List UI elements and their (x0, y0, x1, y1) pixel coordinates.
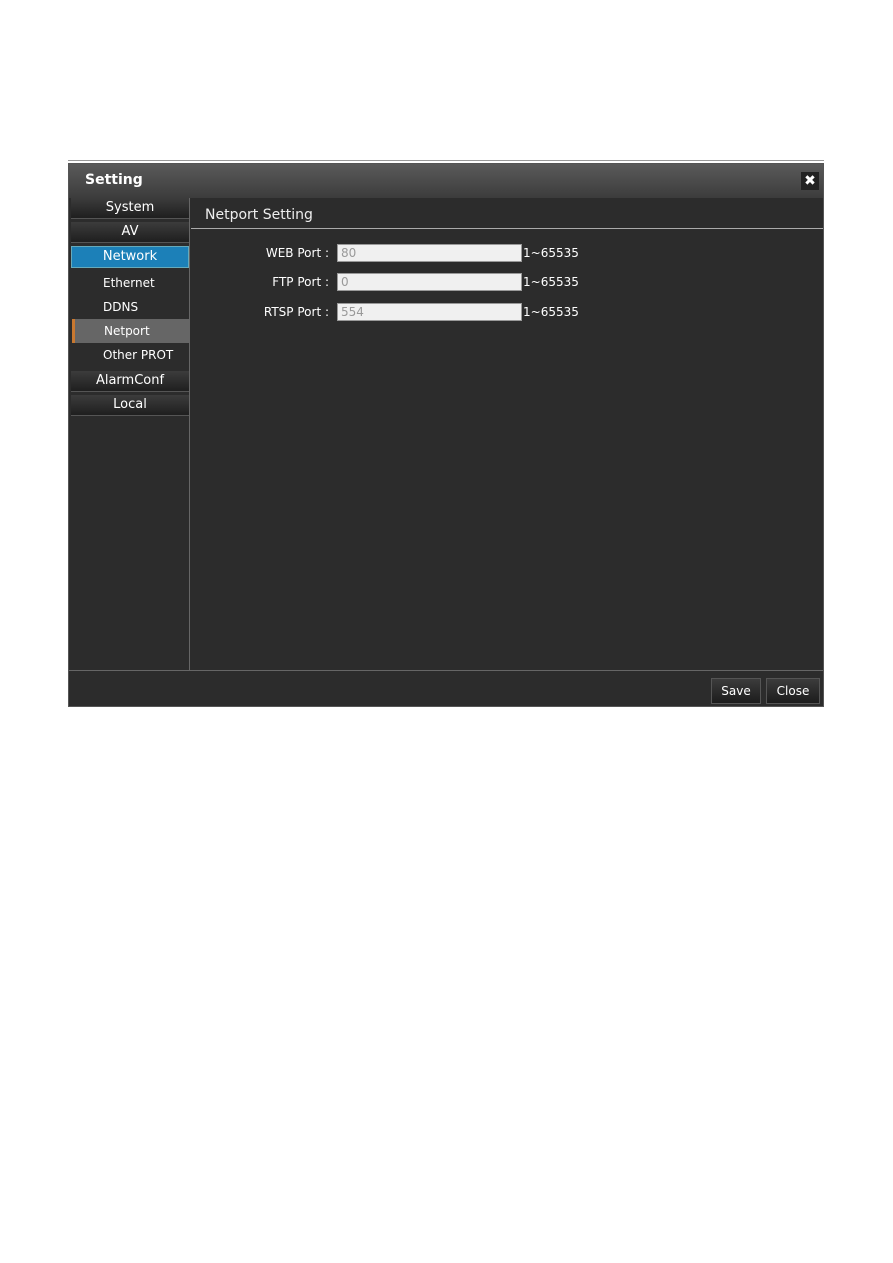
rtsp-port-input[interactable]: 554 (337, 303, 522, 321)
sidebar-item-local[interactable]: Local (71, 395, 189, 416)
ftp-port-range: 1~65535 (523, 275, 579, 289)
sidebar-item-alarmconf[interactable]: AlarmConf (71, 371, 189, 392)
close-icon[interactable]: ✖ (801, 172, 819, 190)
title-bar[interactable]: Setting ✖ (69, 164, 823, 198)
rtsp-port-label: RTSP Port : (263, 305, 329, 319)
ftp-port-input[interactable]: 0 (337, 273, 522, 291)
sidebar-item-av[interactable]: AV (71, 222, 189, 243)
dialog-title: Setting (85, 172, 143, 188)
sidebar-subitem-ddns[interactable]: DDNS (71, 295, 189, 319)
top-divider (68, 160, 824, 161)
dialog-footer: Save Close (69, 670, 823, 709)
ftp-port-label: FTP Port : (272, 275, 329, 289)
section-divider (191, 228, 823, 229)
close-button[interactable]: Close (766, 678, 820, 704)
web-port-input[interactable]: 80 (337, 244, 522, 262)
sidebar-subitem-netport[interactable]: Netport (72, 319, 189, 343)
sidebar-item-system[interactable]: System (71, 198, 189, 219)
section-title: Netport Setting (205, 207, 313, 223)
web-port-range: 1~65535 (523, 246, 579, 260)
content-panel: Netport Setting WEB Port : 80 1~65535 FT… (191, 198, 823, 670)
web-port-label: WEB Port : (265, 246, 329, 260)
sidebar-subitem-other-prot[interactable]: Other PROT (71, 343, 189, 367)
save-button[interactable]: Save (711, 678, 761, 704)
setting-dialog: Setting ✖ System AV Network Ethernet DDN… (68, 163, 824, 707)
rtsp-port-range: 1~65535 (523, 305, 579, 319)
sidebar: System AV Network Ethernet DDNS Netport … (71, 198, 190, 670)
sidebar-subitem-ethernet[interactable]: Ethernet (71, 271, 189, 295)
sidebar-item-network[interactable]: Network (71, 246, 189, 268)
